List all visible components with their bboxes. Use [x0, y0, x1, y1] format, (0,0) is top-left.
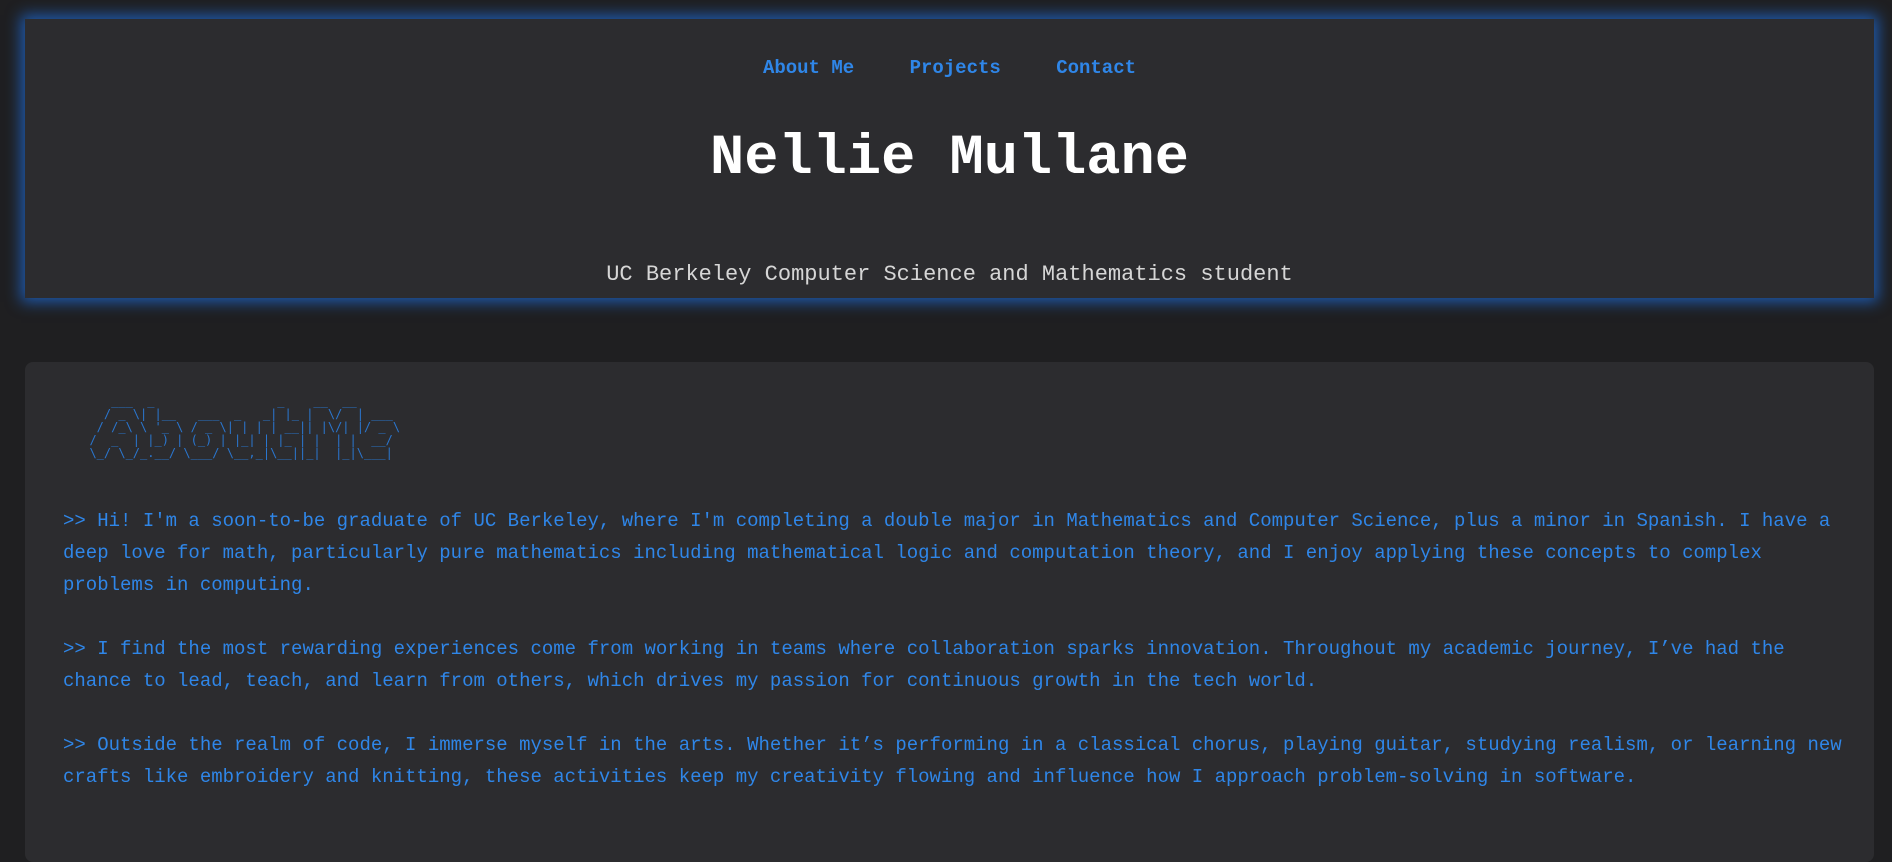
page-subtitle: UC Berkeley Computer Science and Mathema…: [606, 262, 1293, 287]
about-me-ascii-heading: ___ _ _ __ __ / _ \| |__ ___ _ _| |_ | \…: [89, 394, 401, 460]
about-section: ___ _ _ __ __ / _ \| |__ ___ _ _| |_ | \…: [25, 362, 1874, 862]
top-nav: About Me Projects Contact: [25, 57, 1874, 79]
nav-link-projects[interactable]: Projects: [910, 57, 1001, 79]
about-text: >> Hi! I'm a soon-to-be graduate of UC B…: [63, 505, 1853, 825]
site-header: About Me Projects Contact Nellie Mullane…: [25, 19, 1874, 298]
nav-link-contact[interactable]: Contact: [1056, 57, 1136, 79]
page-title: Nellie Mullane: [710, 127, 1189, 191]
about-paragraph-teamwork: >> I find the most rewarding experiences…: [63, 638, 1785, 692]
about-paragraph-intro: >> Hi! I'm a soon-to-be graduate of UC B…: [63, 510, 1831, 596]
about-paragraph-arts: >> Outside the realm of code, I immerse …: [63, 734, 1842, 788]
nav-link-about-me[interactable]: About Me: [763, 57, 854, 79]
